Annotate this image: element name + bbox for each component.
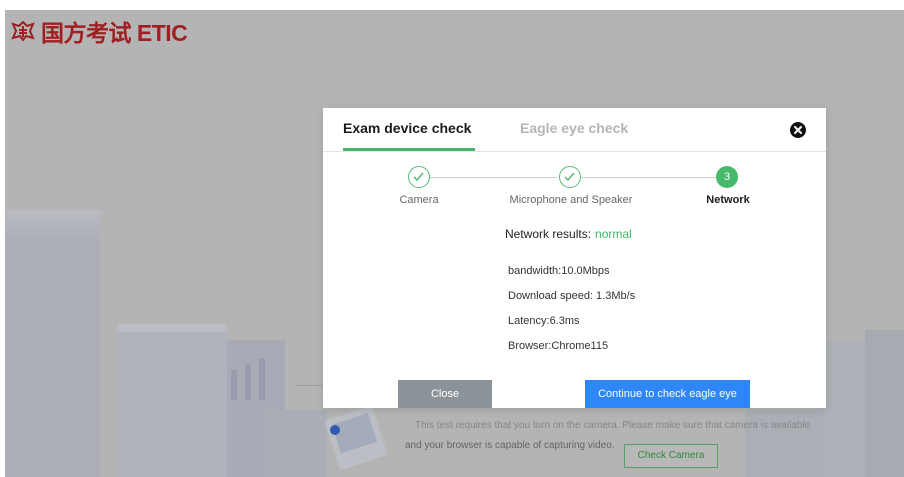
info-bandwidth: bandwidth:10.0Mbps [508, 265, 610, 277]
tab-exam-device-check[interactable]: Exam device check [343, 120, 471, 136]
info-latency: Latency:6.3ms [508, 315, 580, 327]
info-browser: Browser:Chrome115 [508, 340, 609, 352]
result-label: Network results: [505, 227, 592, 241]
step-network-number: 3 [716, 166, 738, 188]
network-result: Network results: normal [505, 227, 632, 241]
progress-steps: 3 Camera Microphone and Speaker Network [323, 164, 826, 214]
result-value: normal [595, 227, 632, 241]
step-microphone-check-icon [559, 166, 581, 188]
info-download-speed: Download speed: 1.3Mb/s [508, 290, 636, 302]
close-icon[interactable] [790, 122, 806, 138]
step-label-network: Network [706, 194, 750, 206]
continue-eagle-eye-button[interactable]: Continue to check eagle eye [585, 380, 750, 408]
device-check-modal: Exam device check Eagle eye check 3 Came… [323, 108, 826, 408]
step-label-microphone: Microphone and Speaker [509, 194, 633, 206]
step-camera-check-icon [408, 166, 430, 188]
close-button[interactable]: Close [398, 380, 492, 408]
step-connector-2 [581, 177, 716, 178]
modal-tabs: Exam device check Eagle eye check [323, 108, 826, 152]
step-connector-1 [430, 177, 557, 178]
active-tab-indicator [343, 148, 475, 151]
step-label-camera: Camera [399, 194, 439, 206]
tab-eagle-eye-check[interactable]: Eagle eye check [520, 120, 628, 136]
